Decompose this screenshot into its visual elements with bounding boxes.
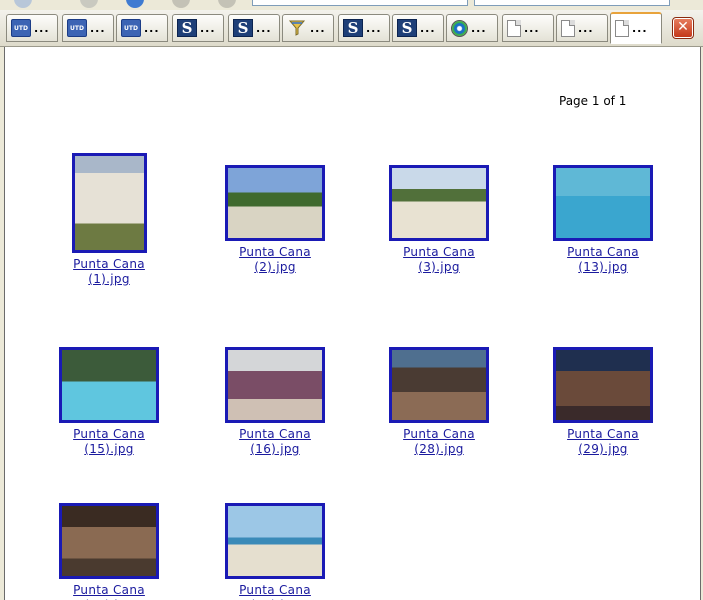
photo-link[interactable]: Punta Cana (1).jpg — [49, 257, 169, 287]
photo-link[interactable]: Punta Cana (3).jpg — [379, 245, 499, 275]
photo-name-line1: Punta Cana — [567, 427, 639, 441]
gallery-item: Punta Cana (2).jpg — [215, 165, 335, 275]
photo-link[interactable]: Punta Cana(51).jpg — [215, 583, 335, 600]
tab-8[interactable]: S... — [392, 14, 444, 42]
photo-thumbnail[interactable] — [59, 347, 159, 423]
tab-1[interactable]: UTD... — [6, 14, 58, 42]
photo-link[interactable]: Punta Cana (29).jpg — [543, 427, 663, 457]
tab-2[interactable]: UTD... — [62, 14, 114, 42]
tab-label: ... — [256, 21, 272, 35]
tab-3[interactable]: UTD... — [116, 14, 168, 42]
tab-5[interactable]: S... — [228, 14, 280, 42]
tab-4[interactable]: S... — [172, 14, 224, 42]
photo-name-line2: (13).jpg — [578, 260, 628, 274]
photo-name-line1: Punta Cana — [73, 257, 145, 271]
s-icon: S — [233, 19, 253, 37]
photo-link[interactable]: Punta Cana(46).jpg — [49, 583, 169, 600]
tab-label: ... — [420, 21, 436, 35]
photo-name-line1: Punta Cana — [73, 583, 145, 597]
photo-thumbnail[interactable] — [225, 503, 325, 579]
gallery-item: Punta Cana(51).jpg — [215, 503, 335, 600]
photo-link[interactable]: Punta Cana (16).jpg — [215, 427, 335, 457]
photo-name-line2: (2).jpg — [254, 260, 296, 274]
photo-link[interactable]: Punta Cana (15).jpg — [49, 427, 169, 457]
photo-name-line1: Punta Cana — [567, 245, 639, 259]
photo-link[interactable]: Punta Cana (2).jpg — [215, 245, 335, 275]
stop-button[interactable] — [172, 0, 190, 8]
s-icon: S — [397, 19, 417, 37]
tab-label: ... — [90, 21, 106, 35]
photo-thumbnail[interactable] — [389, 347, 489, 423]
back-button[interactable] — [14, 0, 32, 8]
gallery-item: Punta Cana(46).jpg — [49, 503, 169, 600]
document-icon — [615, 20, 629, 37]
photo-name-line2: (29).jpg — [578, 442, 628, 456]
address-bar[interactable] — [252, 0, 468, 6]
document-icon — [507, 19, 521, 37]
photo-name-line1: Punta Cana — [239, 583, 311, 597]
photo-thumbnail[interactable] — [553, 165, 653, 241]
tab-11[interactable]: ... — [556, 14, 608, 42]
tab-label: ... — [310, 21, 326, 35]
photo-name-line2: (16).jpg — [250, 442, 300, 456]
photo-thumbnail[interactable] — [389, 165, 489, 241]
gallery-page: Page 1 of 1 Punta Cana (1).jpg Punta Cana(… — [4, 47, 701, 600]
home-button[interactable] — [218, 0, 236, 8]
tab-label: ... — [578, 21, 594, 35]
tab-7[interactable]: S... — [338, 14, 390, 42]
tab-12[interactable]: ... — [610, 12, 662, 44]
gallery-item: Punta Cana (3).jpg — [379, 165, 499, 275]
tab-9[interactable]: ... — [446, 14, 498, 42]
utd-icon: UTD — [121, 19, 141, 37]
tab-label: ... — [471, 21, 487, 35]
document-icon — [561, 19, 575, 37]
photo-name-line1: Punta Cana — [73, 427, 145, 441]
browser-toolbar — [0, 0, 703, 10]
disc-icon — [451, 19, 468, 37]
filter-icon — [287, 19, 307, 37]
gallery-item: Punta Cana (15).jpg — [49, 347, 169, 457]
forward-button[interactable] — [80, 0, 98, 8]
search-box[interactable] — [474, 0, 670, 6]
photo-thumbnail[interactable] — [71, 153, 147, 253]
tab-6[interactable]: ... — [282, 14, 334, 42]
tab-label: ... — [366, 21, 382, 35]
gallery-item: Punta Cana (1).jpg — [49, 153, 169, 287]
refresh-button[interactable] — [126, 0, 144, 8]
photo-thumbnail[interactable] — [225, 347, 325, 423]
photo-name-line1: Punta Cana — [403, 245, 475, 259]
photo-link[interactable]: Punta Cana (28).jpg — [379, 427, 499, 457]
tab-10[interactable]: ... — [502, 14, 554, 42]
gallery-item: Punta Cana (29).jpg — [543, 347, 663, 457]
tab-label: ... — [524, 21, 540, 35]
s-icon: S — [343, 19, 363, 37]
photo-thumbnail[interactable] — [225, 165, 325, 241]
photo-link[interactable]: Punta Cana (13).jpg — [543, 245, 663, 275]
tab-label: ... — [632, 22, 648, 35]
photo-name-line1: Punta Cana — [239, 427, 311, 441]
utd-icon: UTD — [67, 19, 87, 37]
gallery-item: Punta Cana (13).jpg — [543, 165, 663, 275]
tab-label: ... — [144, 21, 160, 35]
photo-thumbnail[interactable] — [59, 503, 159, 579]
photo-name-line2: (1).jpg — [88, 272, 130, 286]
gallery-item: Punta Cana (28).jpg — [379, 347, 499, 457]
photo-name-line2: (3).jpg — [418, 260, 460, 274]
photo-name-line2: (28).jpg — [414, 442, 464, 456]
utd-icon: UTD — [11, 19, 31, 37]
page-indicator: Page 1 of 1 — [559, 94, 627, 108]
tab-label: ... — [34, 21, 50, 35]
photo-name-line2: (15).jpg — [84, 442, 134, 456]
s-icon: S — [177, 19, 197, 37]
tab-label: ... — [200, 21, 216, 35]
photo-name-line1: Punta Cana — [239, 245, 311, 259]
photo-name-line1: Punta Cana — [403, 427, 475, 441]
tab-strip: UTD... UTD... UTD... S... S...... S... S......… — [0, 10, 703, 47]
close-tab-button[interactable]: ✕ — [672, 17, 694, 39]
photo-thumbnail[interactable] — [553, 347, 653, 423]
gallery-item: Punta Cana (16).jpg — [215, 347, 335, 457]
